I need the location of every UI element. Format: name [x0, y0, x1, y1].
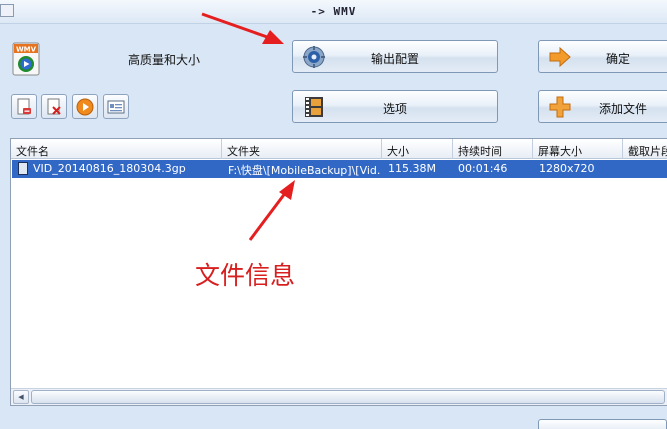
annotation-arrows	[201, 12, 295, 241]
bottom-button[interactable]	[538, 419, 667, 429]
file-info-annotation: 文件信息	[195, 261, 296, 290]
